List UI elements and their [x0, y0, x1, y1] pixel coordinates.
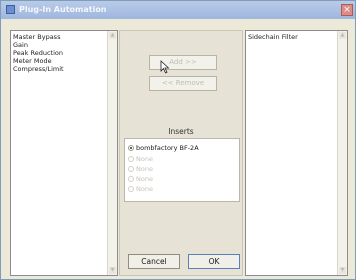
automated-list-scrollbar[interactable]: ▲ ▼ — [337, 31, 347, 275]
scroll-down-arrow-icon[interactable]: ▼ — [109, 267, 116, 274]
insert-option: None — [128, 154, 153, 164]
inserts-group: bombfactory BF-2A None None None None — [124, 138, 240, 202]
radio-icon — [128, 166, 134, 172]
list-item[interactable]: Gain — [13, 41, 64, 49]
insert-option: None — [128, 184, 153, 194]
insert-option-label: None — [136, 175, 153, 183]
window-title: Plug-In Automation — [19, 5, 107, 14]
ok-button[interactable]: OK — [188, 254, 240, 269]
radio-icon — [128, 156, 134, 162]
insert-option: None — [128, 174, 153, 184]
insert-option: None — [128, 164, 153, 174]
available-list-scrollbar[interactable]: ▲ ▼ — [107, 31, 117, 275]
plug-in-icon — [6, 5, 15, 14]
automated-parameters-list[interactable]: Sidechain Filter ▲ ▼ — [245, 30, 348, 276]
list-item[interactable]: Sidechain Filter — [248, 33, 298, 41]
insert-option-label: bombfactory BF-2A — [136, 144, 199, 152]
insert-option[interactable]: bombfactory BF-2A — [128, 143, 199, 153]
remove-button[interactable]: << Remove — [149, 76, 217, 91]
close-button[interactable]: × — [341, 4, 353, 16]
list-item[interactable]: Compress/Limit — [13, 65, 64, 73]
list-item[interactable]: Master Bypass — [13, 33, 64, 41]
radio-icon — [128, 176, 134, 182]
insert-option-label: None — [136, 185, 153, 193]
insert-option-label: None — [136, 165, 153, 173]
list-item[interactable]: Meter Mode — [13, 57, 64, 65]
radio-icon — [128, 186, 134, 192]
mouse-pointer-icon — [160, 60, 170, 74]
insert-option-label: None — [136, 155, 153, 163]
scroll-down-arrow-icon[interactable]: ▼ — [339, 267, 346, 274]
title-bar[interactable]: Plug-In Automation × — [1, 1, 355, 19]
available-parameters-list[interactable]: Master Bypass Gain Peak Reduction Meter … — [10, 30, 118, 276]
list-item[interactable]: Peak Reduction — [13, 49, 64, 57]
cancel-button[interactable]: Cancel — [128, 254, 180, 269]
scroll-up-arrow-icon[interactable]: ▲ — [339, 32, 346, 39]
radio-selected-icon[interactable] — [128, 145, 134, 151]
scroll-up-arrow-icon[interactable]: ▲ — [109, 32, 116, 39]
inserts-label: Inserts — [168, 127, 194, 136]
